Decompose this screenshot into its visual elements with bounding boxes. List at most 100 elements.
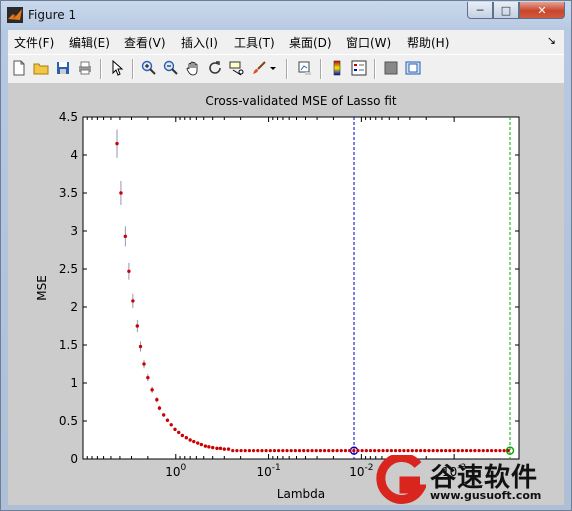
menu-bar: 文件(F) 编辑(E) 查看(V) 插入(I) 工具(T) 桌面(D) 窗口(W…	[8, 30, 564, 52]
x-tick-label: 10-1	[256, 463, 280, 479]
data-point	[281, 449, 285, 453]
data-point	[427, 449, 431, 453]
dock-arrow-icon[interactable]: ↘	[547, 34, 556, 47]
save-icon[interactable]	[54, 59, 72, 77]
close-button[interactable]: ✕	[519, 2, 565, 19]
data-point	[502, 449, 506, 453]
minimize-button[interactable]: ─	[467, 2, 493, 19]
zoom-out-icon[interactable]	[162, 59, 180, 77]
data-point	[123, 234, 128, 239]
data-point	[256, 449, 260, 453]
menu-insert[interactable]: 插入(I)	[181, 34, 218, 51]
data-cursor-icon[interactable]	[228, 59, 246, 77]
watermark-logo: 谷速软件 www.gusuoft.com	[374, 455, 564, 505]
data-point	[222, 447, 227, 451]
data-point	[272, 449, 277, 453]
legend-icon[interactable]	[350, 59, 368, 77]
data-point	[235, 449, 239, 453]
chart-title: Cross-validated MSE of Lasso fit	[205, 94, 397, 108]
data-point	[184, 436, 189, 440]
y-tick-label: 1	[70, 376, 78, 390]
data-point	[289, 449, 293, 453]
data-point	[489, 449, 494, 453]
y-tick-label: 2.5	[59, 262, 78, 276]
data-point	[481, 449, 485, 453]
data-point	[169, 423, 173, 427]
close-icon: ✕	[537, 3, 547, 17]
select-arrow-icon[interactable]	[108, 59, 126, 77]
show-plot-tools-icon[interactable]	[404, 59, 422, 77]
data-point	[138, 344, 143, 349]
x-tick-label: 100	[165, 463, 186, 479]
colorbar-icon[interactable]	[328, 59, 346, 77]
data-point	[215, 446, 219, 451]
data-point	[498, 449, 502, 453]
watermark-g-icon	[376, 455, 426, 504]
data-point	[243, 449, 247, 453]
data-point	[192, 439, 196, 444]
data-point	[127, 269, 131, 273]
title-bar[interactable]: Figure 1 ─ □ ✕	[1, 1, 571, 29]
data-point	[322, 449, 327, 453]
data-point	[414, 449, 419, 453]
data-point	[173, 427, 177, 432]
data-point	[155, 398, 159, 402]
maximize-button[interactable]: □	[493, 2, 519, 19]
toolbar-separator	[100, 59, 102, 79]
x-tick-label: 10-2	[349, 463, 373, 479]
data-point	[146, 375, 150, 380]
data-point	[293, 449, 297, 453]
y-tick-label: 1.5	[59, 338, 78, 352]
menu-window[interactable]: 窗口(W)	[346, 34, 391, 51]
client-area: 文件(F) 编辑(E) 查看(V) 插入(I) 工具(T) 桌面(D) 窗口(W…	[8, 30, 564, 505]
watermark-url: www.gusuoft.com	[430, 489, 542, 502]
data-point	[393, 449, 398, 453]
menu-desktop[interactable]: 桌面(D)	[289, 34, 332, 51]
window-title: Figure 1	[28, 8, 77, 22]
data-point	[119, 191, 123, 195]
link-plot-icon[interactable]	[296, 59, 314, 77]
data-point	[373, 449, 377, 453]
pan-hand-icon[interactable]	[184, 59, 202, 77]
data-point	[377, 449, 381, 453]
new-figure-icon[interactable]	[10, 59, 28, 77]
data-point	[452, 449, 456, 453]
zoom-in-icon[interactable]	[140, 59, 158, 77]
data-point	[385, 449, 389, 453]
data-point	[460, 449, 464, 453]
print-icon[interactable]	[76, 59, 94, 77]
data-point	[207, 445, 211, 449]
rotate-3d-icon[interactable]	[206, 59, 224, 77]
figure-canvas-area: Cross-validated MSE of Lasso fit Lambda …	[8, 83, 564, 505]
data-point	[477, 449, 481, 453]
data-point	[494, 449, 498, 453]
menu-view[interactable]: 查看(V)	[124, 34, 166, 51]
data-point	[464, 449, 469, 453]
data-point	[431, 449, 435, 453]
menu-help[interactable]: 帮助(H)	[407, 34, 449, 51]
menu-edit[interactable]: 编辑(E)	[69, 34, 110, 51]
data-point	[302, 449, 306, 453]
data-point	[339, 449, 343, 453]
data-point	[439, 449, 444, 453]
menu-file[interactable]: 文件(F)	[14, 34, 54, 51]
data-point	[218, 446, 223, 451]
data-point	[419, 449, 423, 453]
x-axis-label: Lambda	[277, 487, 325, 501]
brush-dropdown-icon[interactable]	[268, 59, 278, 77]
menu-tools[interactable]: 工具(T)	[234, 34, 275, 51]
y-tick-label: 3.5	[59, 186, 78, 200]
data-point	[356, 449, 360, 453]
data-point	[196, 441, 200, 445]
data-point	[360, 449, 364, 453]
data-point	[389, 449, 393, 453]
figure-toolbar	[8, 54, 564, 84]
hide-plot-tools-icon[interactable]	[382, 59, 400, 77]
open-file-icon[interactable]	[32, 59, 50, 77]
data-point	[188, 438, 192, 442]
lasso-cv-plot[interactable]: Cross-validated MSE of Lasso fit Lambda …	[8, 83, 564, 505]
brush-icon[interactable]	[250, 59, 268, 77]
data-point	[180, 433, 185, 438]
data-point	[157, 406, 162, 410]
data-point	[260, 449, 264, 453]
